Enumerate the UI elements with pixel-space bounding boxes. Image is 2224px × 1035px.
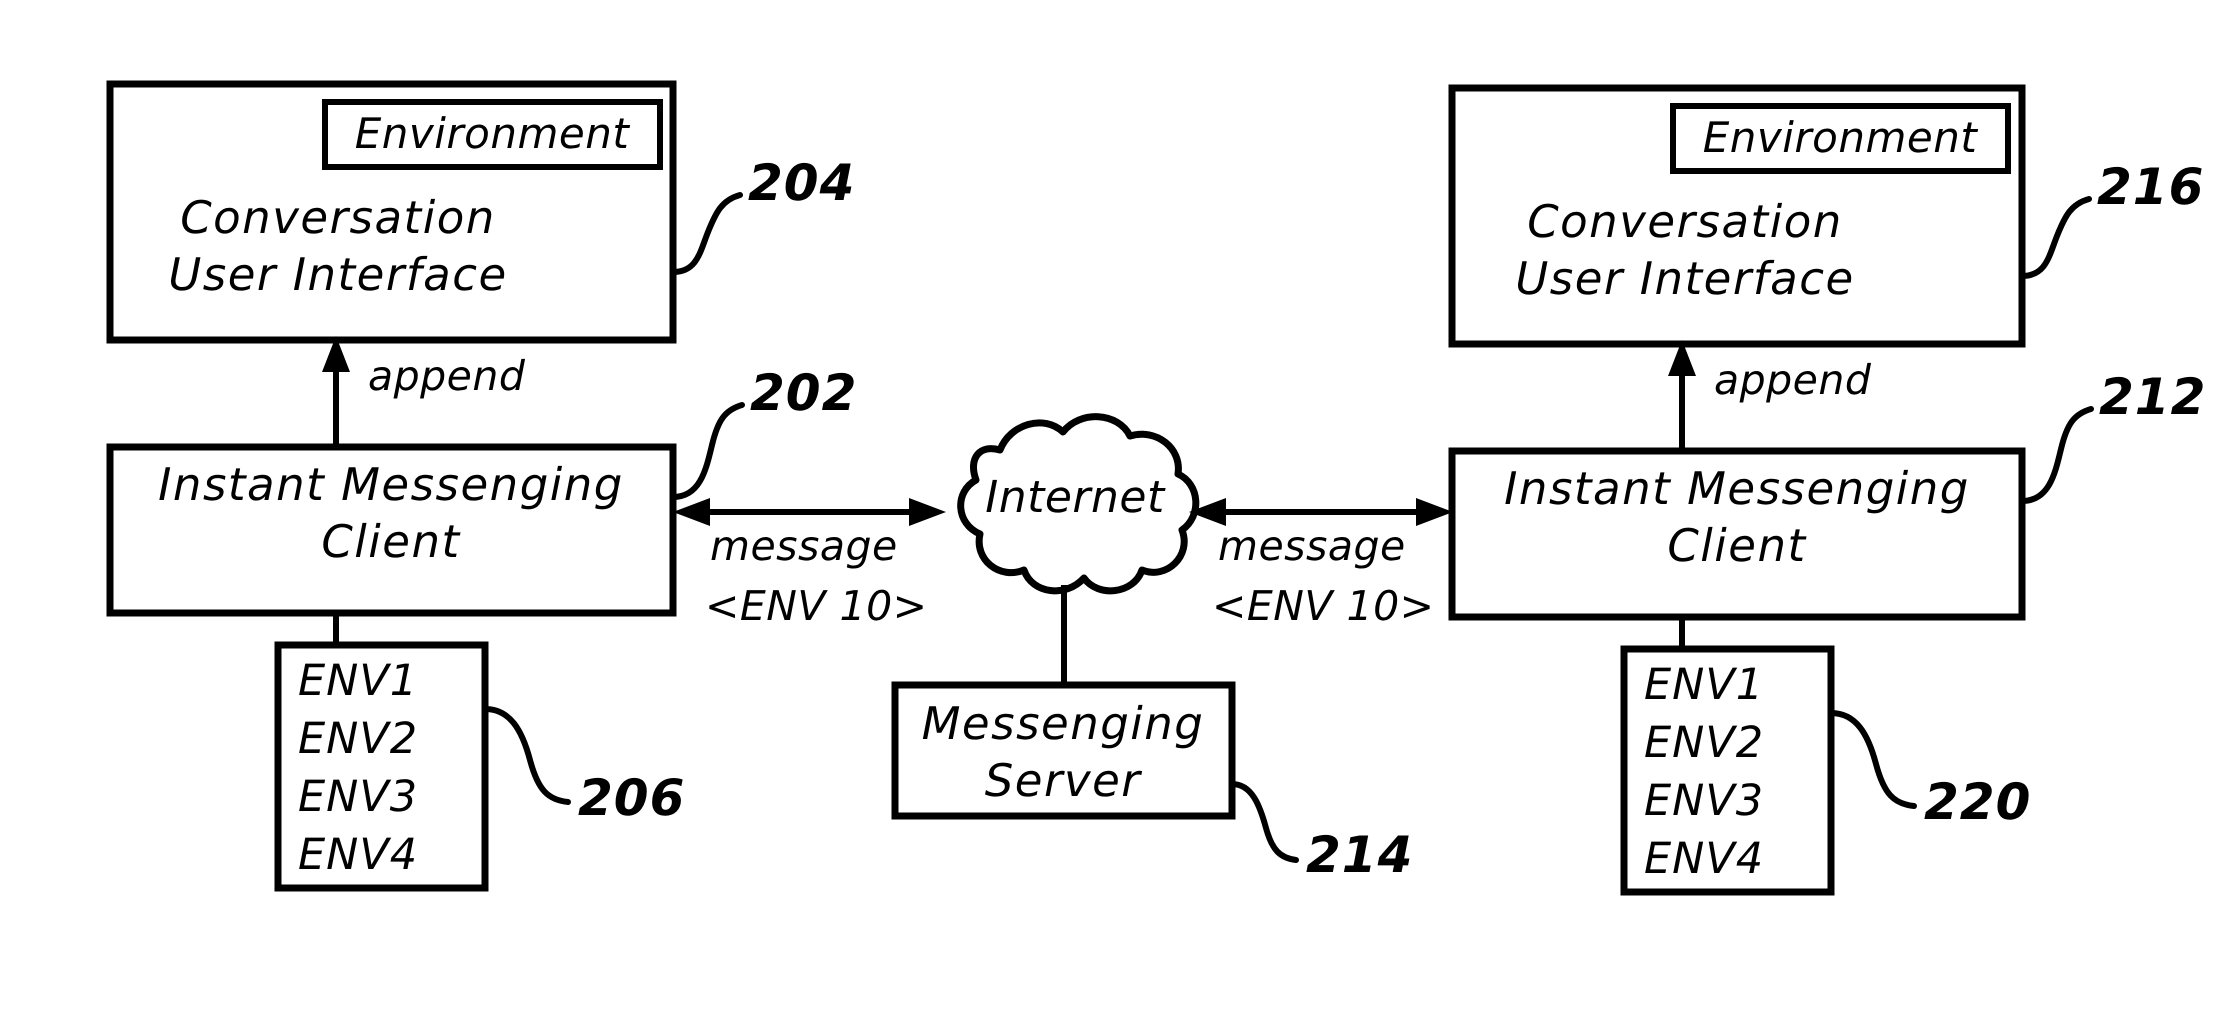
right-message-arrowhead-right	[1416, 498, 1453, 526]
reference-numeral-220: 220	[1924, 773, 2031, 831]
left-append-label: append	[368, 352, 526, 400]
reference-numeral-212: 212	[2099, 368, 2206, 426]
left-message-arrowhead-left	[673, 498, 710, 526]
messenging-server-line2: Server	[985, 754, 1143, 807]
leader-line-214	[1229, 781, 1299, 863]
right-env-item-3: ENV3	[1644, 776, 1764, 826]
right-env-item-4: ENV4	[1644, 834, 1764, 884]
right-conversation-ui-line1: Conversation	[1527, 195, 1843, 248]
left-environment-label: Environment	[355, 109, 631, 158]
leader-line-206	[482, 706, 571, 805]
right-append-label: append	[1714, 356, 1872, 404]
left-env-item-4: ENV4	[298, 830, 418, 880]
internet-cloud-label: Internet	[985, 472, 1166, 523]
right-message-label-line1: message	[1218, 522, 1406, 570]
left-env-item-1: ENV1	[298, 656, 418, 706]
right-env-item-1: ENV1	[1644, 660, 1764, 710]
leader-line-216	[2019, 196, 2092, 279]
reference-numeral-202: 202	[750, 364, 857, 422]
left-message-label-line1: message	[710, 522, 898, 570]
right-im-client-line1: Instant Messenging	[1504, 462, 1970, 515]
left-conversation-ui-line2: User Interface	[168, 248, 507, 301]
leader-line-204	[670, 192, 743, 275]
left-env-item-2: ENV2	[298, 714, 418, 764]
patent-figure-page: Environment Conversation User Interface …	[0, 0, 2224, 1035]
left-message-arrowhead-right	[909, 498, 946, 526]
right-conversation-ui-line2: User Interface	[1515, 252, 1854, 305]
instant-messaging-environment-diagram: Environment Conversation User Interface …	[106, 80, 2206, 896]
right-environment-label: Environment	[1703, 113, 1979, 162]
right-im-client-line2: Client	[1667, 519, 1807, 572]
leader-line-202	[670, 402, 745, 500]
left-conversation-ui-line1: Conversation	[180, 191, 496, 244]
leader-line-212	[2019, 406, 2094, 504]
left-message-label-line2: <ENV 10>	[705, 582, 928, 630]
left-im-client-line2: Client	[321, 515, 461, 568]
right-message-label-line2: <ENV 10>	[1212, 582, 1435, 630]
reference-numeral-204: 204	[748, 154, 855, 212]
left-env-item-3: ENV3	[298, 772, 418, 822]
right-env-item-2: ENV2	[1644, 718, 1764, 768]
messenging-server-line1: Messenging	[922, 697, 1205, 750]
reference-numeral-206: 206	[578, 769, 685, 827]
left-im-client-line1: Instant Messenging	[158, 458, 624, 511]
reference-numeral-216: 216	[2097, 158, 2204, 216]
leader-line-220	[1828, 710, 1917, 809]
reference-numeral-214: 214	[1306, 826, 1413, 884]
